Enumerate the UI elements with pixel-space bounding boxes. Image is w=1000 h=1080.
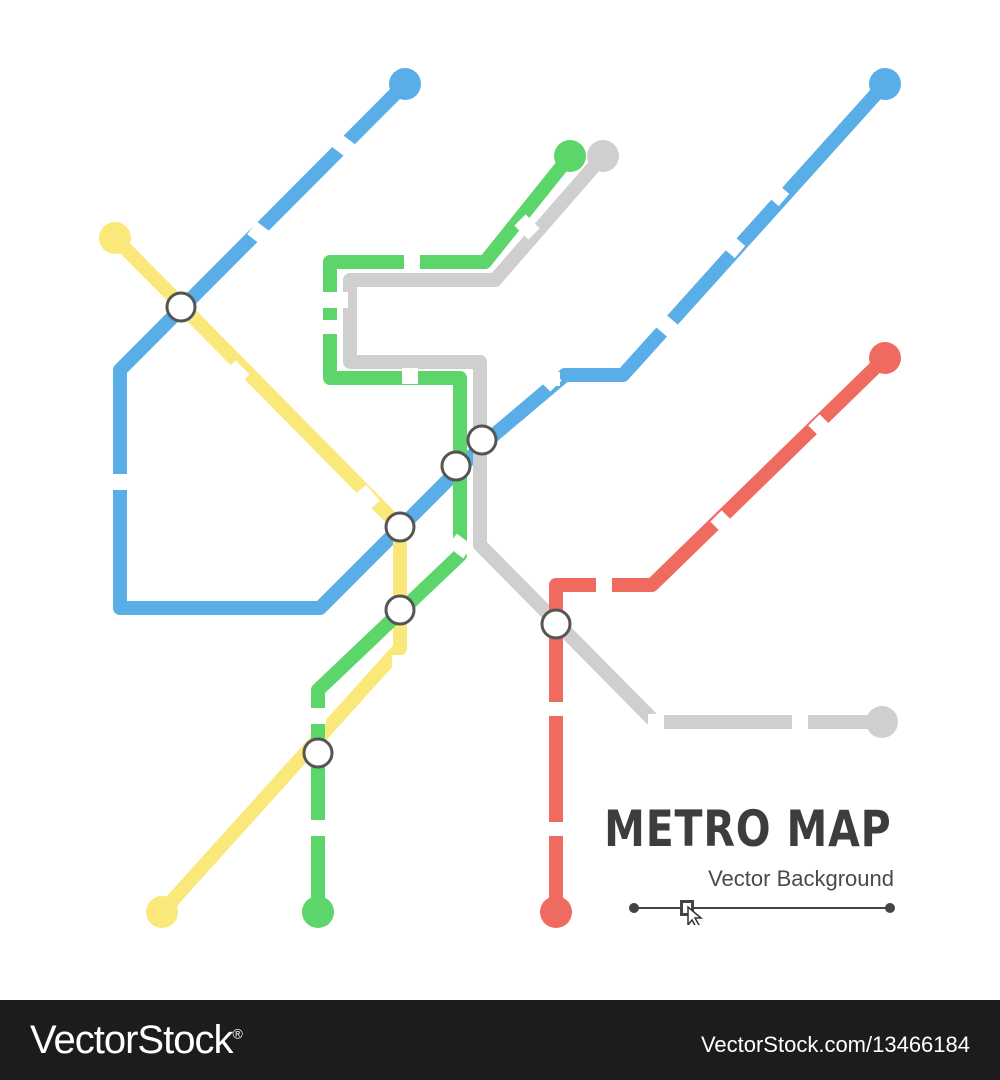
line-segment-gap bbox=[534, 364, 562, 392]
line-segment-gap bbox=[247, 221, 273, 247]
brand-name: VectorStock bbox=[30, 1018, 233, 1062]
line-segment-gap bbox=[654, 313, 680, 339]
line-segment-gap bbox=[379, 673, 405, 699]
interchange-2-station bbox=[466, 424, 498, 456]
line-segment-gap bbox=[260, 804, 284, 828]
gray-line-terminal bbox=[587, 140, 619, 172]
interchange-4-station bbox=[384, 511, 416, 543]
line-segment-gap bbox=[353, 484, 381, 512]
cursor-arrow-icon bbox=[687, 905, 704, 925]
interchange-3-station bbox=[440, 450, 472, 482]
footer-brand: VectorStock® bbox=[30, 1018, 243, 1063]
blue-line-a-terminal bbox=[389, 68, 421, 100]
red-line-terminal bbox=[869, 342, 901, 374]
footer-bar: VectorStock® VectorStock.com/13466184 bbox=[0, 1000, 1000, 1080]
blue-line-a bbox=[113, 79, 493, 615]
interchange-5-station bbox=[384, 594, 416, 626]
green-line-terminal bbox=[302, 896, 334, 928]
yellow-line-terminal bbox=[146, 896, 178, 928]
green-line bbox=[311, 151, 576, 912]
blue-line-b-terminal bbox=[869, 68, 901, 100]
line-segment-gap bbox=[514, 214, 540, 240]
line-segment-gap bbox=[808, 414, 832, 438]
map-title: METRO MAP bbox=[604, 800, 892, 858]
footer-image-id: VectorStock.com/13466184 bbox=[700, 1032, 970, 1057]
line-segment-gap bbox=[720, 233, 746, 259]
red-line-terminal bbox=[540, 896, 572, 928]
map-subtitle: Vector Background bbox=[708, 866, 894, 891]
slider-decoration bbox=[629, 900, 895, 925]
interchange-7-station bbox=[302, 737, 334, 769]
line-segment-gap bbox=[224, 360, 250, 386]
interchange-1-station bbox=[165, 291, 197, 323]
registered-mark: ® bbox=[232, 1025, 242, 1042]
gray-line-terminal bbox=[866, 706, 898, 738]
green-line-terminal bbox=[554, 140, 586, 172]
line-segment-gap bbox=[331, 133, 357, 159]
yellow-line-terminal bbox=[99, 222, 131, 254]
line-segment-gap bbox=[447, 533, 473, 559]
line-segment-gap bbox=[764, 181, 790, 207]
line-segment-gap bbox=[710, 510, 734, 534]
interchange-6-station bbox=[540, 608, 572, 640]
